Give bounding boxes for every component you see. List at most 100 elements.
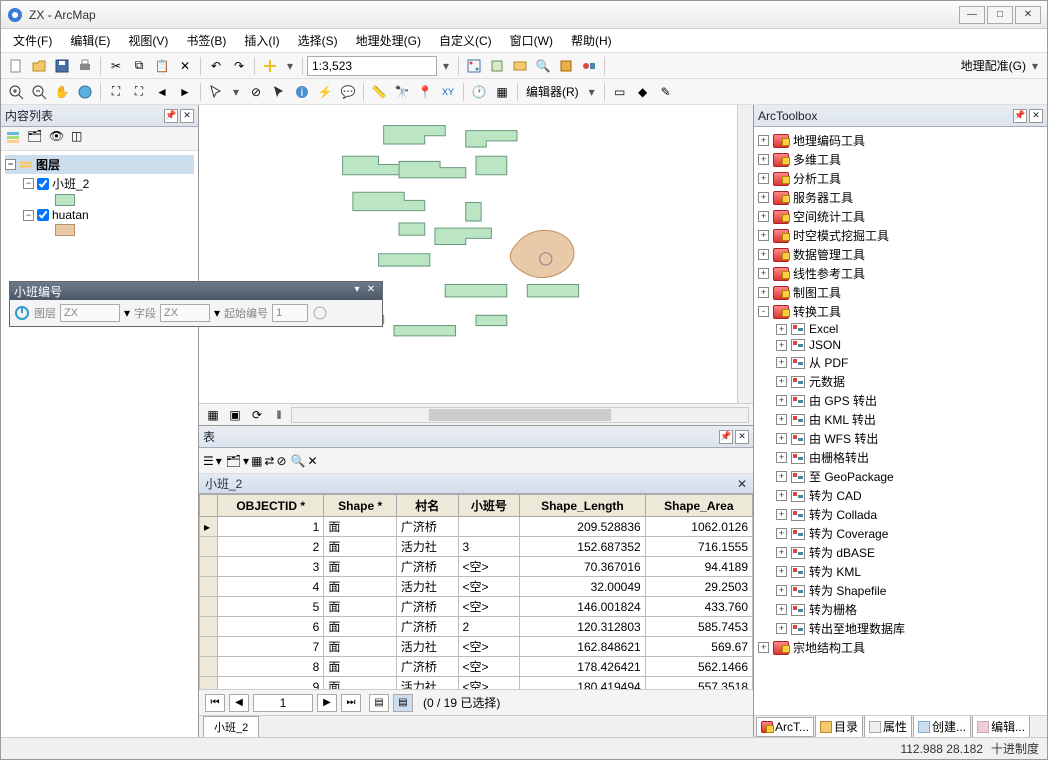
tab-arctoolbox[interactable]: ArcT... [756, 717, 814, 737]
menu-help[interactable]: 帮助(H) [563, 30, 620, 51]
show-all-icon[interactable]: ▤ [369, 694, 389, 712]
fixed-zoom-in-icon[interactable]: ⛶ [105, 81, 127, 103]
expand-icon[interactable]: + [758, 211, 769, 222]
delete-icon[interactable]: ✕ [174, 55, 196, 77]
list-selection-icon[interactable]: ◫ [71, 129, 91, 149]
cut-icon[interactable]: ✂ [105, 55, 127, 77]
power-icon[interactable] [14, 305, 30, 321]
table-tab[interactable]: 小班_2 [203, 716, 259, 737]
scale-dropdown-icon[interactable]: ▾ [438, 59, 454, 73]
nav-position-input[interactable] [253, 694, 313, 712]
menu-select[interactable]: 选择(S) [290, 30, 346, 51]
toolset-node[interactable]: +由栅格转出 [758, 448, 1043, 467]
clear-selection-icon[interactable]: ⊘ [245, 81, 267, 103]
expand-icon[interactable]: + [758, 287, 769, 298]
toolset-node[interactable]: +转为 Collada [758, 505, 1043, 524]
expand-icon[interactable]: + [758, 173, 769, 184]
sketch-icon[interactable]: ✎ [655, 81, 677, 103]
minimize-button[interactable]: — [959, 6, 985, 24]
edit-tool-icon[interactable]: ▭ [609, 81, 631, 103]
table-row[interactable]: 8面广济桥<空>178.426421562.1466 [200, 657, 753, 677]
field-input[interactable] [160, 304, 210, 322]
collapse-icon[interactable]: − [23, 178, 34, 189]
toolset-node[interactable]: +Excel [758, 321, 1043, 337]
dropdown-icon[interactable]: ▾ [282, 59, 298, 73]
expand-icon[interactable]: + [776, 324, 787, 335]
layer-checkbox[interactable] [37, 209, 49, 221]
expand-icon[interactable]: + [776, 490, 787, 501]
toolset-node[interactable]: +从 PDF [758, 353, 1043, 372]
expand-icon[interactable]: + [776, 452, 787, 463]
toolbox-node[interactable]: +服务器工具 [758, 188, 1043, 207]
expand-icon[interactable]: + [758, 642, 769, 653]
nav-first-icon[interactable]: ⏮ [205, 694, 225, 712]
editor-toolbar-icon[interactable] [463, 55, 485, 77]
expand-icon[interactable]: + [776, 528, 787, 539]
viewer-icon[interactable]: ▦ [491, 81, 513, 103]
table-grid[interactable]: OBJECTID *Shape *村名小班号Shape_LengthShape_… [199, 494, 753, 689]
redo-icon[interactable]: ↷ [228, 55, 250, 77]
toolbox-icon[interactable] [486, 55, 508, 77]
layout-view-icon[interactable]: ▣ [225, 406, 245, 424]
table-row[interactable]: 7面活力社<空>162.848621569.67 [200, 637, 753, 657]
toolbox-node[interactable]: +分析工具 [758, 169, 1043, 188]
menu-window[interactable]: 窗口(W) [502, 30, 561, 51]
expand-icon[interactable]: + [776, 471, 787, 482]
find-icon[interactable]: 🔭 [391, 81, 413, 103]
menu-bookmark[interactable]: 书签(B) [178, 30, 234, 51]
toolset-node[interactable]: +转为 CAD [758, 486, 1043, 505]
identify-icon[interactable]: i [291, 81, 313, 103]
hyperlink-icon[interactable]: ⚡ [314, 81, 336, 103]
tab-catalog[interactable]: 目录 [815, 715, 863, 737]
expand-icon[interactable]: + [776, 357, 787, 368]
table-row[interactable]: 2面活力社3152.687352716.1555 [200, 537, 753, 557]
html-popup-icon[interactable]: 💬 [337, 81, 359, 103]
toolset-node[interactable]: +由 GPS 转出 [758, 391, 1043, 410]
list-source-icon[interactable]: 🗂 [27, 129, 47, 149]
editor-dropdown-icon[interactable]: ▾ [584, 85, 600, 99]
table-row[interactable]: 6面广济桥2120.312803585.7453 [200, 617, 753, 637]
select-by-attr-icon[interactable]: ▦ [251, 454, 262, 468]
add-data-icon[interactable] [259, 55, 281, 77]
show-selected-icon[interactable]: ▤ [393, 694, 413, 712]
column-header[interactable]: Shape_Length [520, 495, 646, 517]
menu-file[interactable]: 文件(F) [5, 30, 60, 51]
clear-selection-icon[interactable]: ⊘ [276, 454, 286, 468]
related-tables-icon[interactable]: 🗂 [226, 454, 241, 468]
pause-icon[interactable]: ‖ [269, 406, 289, 424]
toolset-node[interactable]: +转为 KML [758, 562, 1043, 581]
select-arrow-icon[interactable] [268, 81, 290, 103]
floatbar-menu-icon[interactable]: ▾ [350, 284, 364, 298]
new-icon[interactable] [5, 55, 27, 77]
expand-icon[interactable]: + [776, 585, 787, 596]
menu-view[interactable]: 视图(V) [120, 30, 176, 51]
map-hscrollbar[interactable] [291, 407, 749, 423]
toolset-node[interactable]: +至 GeoPackage [758, 467, 1043, 486]
panel-close-icon[interactable]: ✕ [735, 430, 749, 444]
menu-edit[interactable]: 编辑(E) [62, 30, 118, 51]
edit-vertex-icon[interactable]: ◆ [632, 81, 654, 103]
layer-item[interactable]: − huatan [5, 207, 194, 223]
prev-extent-icon[interactable]: ◄ [151, 81, 173, 103]
layer-item[interactable]: − 小班_2 [5, 174, 194, 193]
toolbox-node[interactable]: +宗地结构工具 [758, 638, 1043, 657]
pin-icon[interactable]: 📌 [164, 109, 178, 123]
collapse-icon[interactable]: − [23, 210, 34, 221]
expand-icon[interactable]: + [758, 249, 769, 260]
copy-icon[interactable]: ⧉ [128, 55, 150, 77]
toolbox-node[interactable]: -转换工具 [758, 302, 1043, 321]
toolset-node[interactable]: +元数据 [758, 372, 1043, 391]
delete-selected-icon[interactable]: ✕ [307, 454, 317, 468]
expand-icon[interactable]: + [776, 623, 787, 634]
measure-icon[interactable]: 📏 [368, 81, 390, 103]
toolset-node[interactable]: +由 KML 转出 [758, 410, 1043, 429]
zoom-in-icon[interactable] [5, 81, 27, 103]
toc-tree[interactable]: − 图层 − 小班_2 − huatan [1, 151, 198, 737]
zoom-out-icon[interactable] [28, 81, 50, 103]
maximize-button[interactable]: □ [987, 6, 1013, 24]
data-view-icon[interactable]: ▦ [203, 406, 223, 424]
map-vscrollbar[interactable] [737, 105, 753, 403]
time-slider-icon[interactable]: 🕐 [468, 81, 490, 103]
pan-icon[interactable]: ✋ [51, 81, 73, 103]
expand-icon[interactable]: + [758, 135, 769, 146]
